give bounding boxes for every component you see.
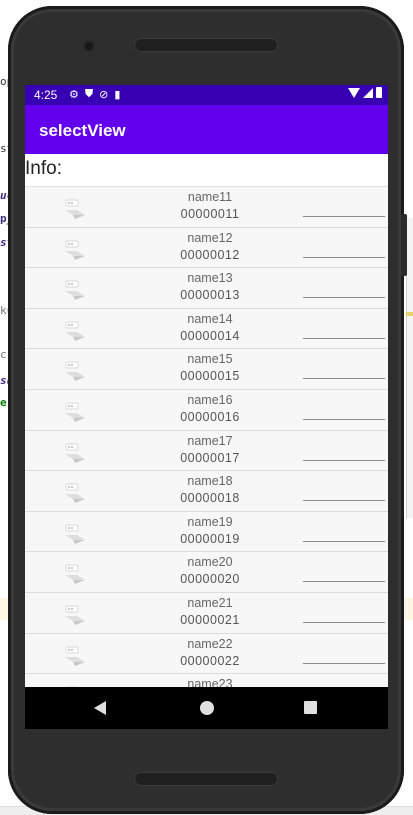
phone-screen: 4:25 ⚙ ⛊ ⊘ ▮ selectView Info: name11 0000… <box>25 85 388 729</box>
item-name: name13 <box>187 271 233 286</box>
navigation-bar <box>25 687 388 729</box>
app-bar: selectView <box>25 105 388 154</box>
info-label: Info: <box>25 158 62 179</box>
status-bar: 4:25 ⚙ ⛊ ⊘ ▮ <box>25 85 388 105</box>
item-input-field[interactable] <box>303 216 385 217</box>
item-input-field[interactable] <box>303 662 385 664</box>
item-id: 00000022 <box>180 653 240 668</box>
item-input-field[interactable] <box>303 297 385 299</box>
app-title: selectView <box>39 121 126 140</box>
back-icon[interactable] <box>94 701 106 715</box>
gear-icon: ⚙ <box>69 89 79 101</box>
list-item[interactable]: name12 00000012 <box>25 227 388 269</box>
top-speaker-grille <box>134 38 278 52</box>
item-id: 00000011 <box>180 207 240 221</box>
list-item[interactable]: name19 00000019 <box>25 511 388 553</box>
item-name: name20 <box>187 555 233 570</box>
status-icons: ⚙ ⛊ ⊘ ▮ <box>69 88 120 101</box>
item-input-field[interactable] <box>303 500 385 502</box>
item-input-field[interactable] <box>303 256 385 258</box>
recents-icon[interactable] <box>304 701 317 714</box>
sync-icon: ⊘ <box>99 89 109 101</box>
item-name: name22 <box>187 636 233 651</box>
ide-code-fragment: c <box>0 348 7 361</box>
item-name: name15 <box>187 352 233 367</box>
item-id: 00000020 <box>180 572 240 587</box>
list-item[interactable]: name22 00000022 <box>25 633 388 675</box>
power-button[interactable] <box>401 214 407 276</box>
list-item[interactable]: name15 00000015 <box>25 349 388 390</box>
item-id: 00000013 <box>180 288 240 303</box>
shield-icon: ⛊ <box>84 88 94 100</box>
item-name: name16 <box>187 392 233 407</box>
info-row: Info: <box>25 154 388 187</box>
item-id: 00000018 <box>180 491 240 506</box>
item-id: 00000016 <box>180 409 240 424</box>
item-input-field[interactable] <box>303 621 385 623</box>
item-id: 00000015 <box>180 369 240 384</box>
list-item[interactable]: name13 00000013 <box>25 268 388 309</box>
item-name: name18 <box>187 474 233 489</box>
list-item[interactable]: name21 00000021 <box>25 592 388 634</box>
status-time: 4:25 <box>34 88 58 102</box>
item-name: name12 <box>187 230 233 245</box>
item-input-field[interactable] <box>303 378 385 380</box>
item-name: name21 <box>187 595 233 610</box>
ide-marker <box>406 312 413 316</box>
signal-icon <box>363 87 373 98</box>
item-id: 00000019 <box>180 531 240 546</box>
ide-scrollbar[interactable] <box>406 218 413 518</box>
bottom-speaker-grille <box>134 772 278 786</box>
item-name: name19 <box>187 514 233 529</box>
status-right-icons <box>348 87 382 98</box>
list-item[interactable]: name17 00000017 <box>25 430 388 472</box>
item-input-field[interactable] <box>303 337 385 339</box>
home-icon[interactable] <box>200 701 214 715</box>
item-list[interactable]: name11 00000011 name12 00000012 name13 000000… <box>25 187 388 715</box>
sd-card-icon: ▮ <box>114 89 121 101</box>
ide-code-fragment: e <box>0 396 7 409</box>
item-input-field[interactable] <box>303 581 385 583</box>
list-item[interactable]: name11 00000011 <box>25 187 388 228</box>
item-id: 00000017 <box>180 450 240 465</box>
item-id: 00000012 <box>180 247 240 262</box>
item-input-field[interactable] <box>303 418 385 420</box>
item-input-field[interactable] <box>303 459 385 461</box>
wifi-icon <box>348 87 360 98</box>
item-name: name14 <box>187 311 233 326</box>
item-input-field[interactable] <box>303 540 385 542</box>
item-id: 00000021 <box>180 612 240 627</box>
item-name: name11 <box>187 190 233 204</box>
list-item[interactable]: name20 00000020 <box>25 552 388 593</box>
battery-icon <box>376 87 382 98</box>
desktop-background: op st uc p_ st ku c su e 4:25 ⚙ ⛊ ⊘ ▮ se… <box>0 0 413 815</box>
camera-icon <box>85 42 93 50</box>
item-name: name17 <box>187 433 233 448</box>
list-item[interactable]: name14 00000014 <box>25 308 388 350</box>
list-item[interactable]: name18 00000018 <box>25 471 388 512</box>
list-item[interactable]: name16 00000016 <box>25 389 388 431</box>
item-id: 00000014 <box>180 328 240 343</box>
